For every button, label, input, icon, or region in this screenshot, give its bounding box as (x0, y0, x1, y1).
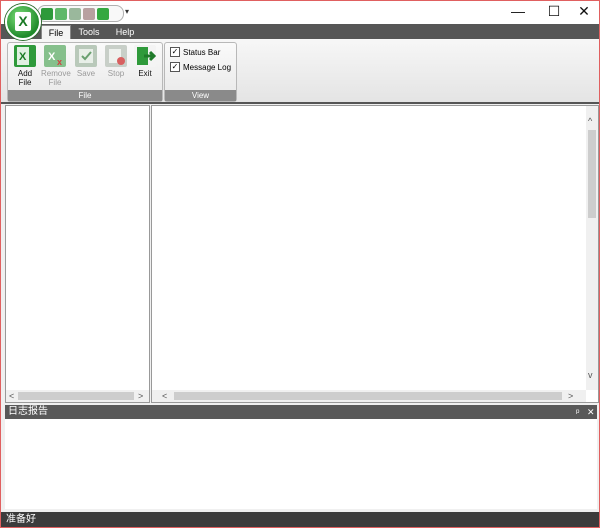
message-log-checkbox[interactable]: ✓ Message Log (170, 62, 231, 72)
scroll-right-icon[interactable]: > (568, 391, 573, 401)
scroll-left-icon[interactable]: < (162, 391, 167, 401)
scroll-up-icon[interactable]: ^ (588, 116, 592, 126)
status-bar: 准备好 (1, 512, 599, 527)
log-close-icon[interactable]: ✕ (587, 405, 595, 419)
add-file-label-2: File (18, 78, 32, 87)
status-bar-checkbox[interactable]: ✓ Status Bar (170, 47, 220, 57)
exit-icon[interactable] (97, 7, 109, 20)
tab-tools[interactable]: Tools (74, 25, 104, 39)
tree-horizontal-scrollbar[interactable]: < > (6, 390, 149, 402)
save-button[interactable]: Save (72, 45, 100, 78)
view-group-label: View (165, 90, 236, 101)
title-bar: ▾ — ☐ ✕ (1, 1, 599, 24)
remove-file-label-2: File (48, 78, 62, 87)
view-group: ✓ Status Bar ✓ Message Log View (164, 42, 237, 102)
remove-file-label-1: Remove (41, 69, 71, 78)
file-group: X Add File Xx Remove File Save Stop Exit (7, 42, 163, 102)
tree-hscroll-thumb[interactable] (18, 392, 134, 400)
tab-help[interactable]: Help (111, 25, 139, 39)
log-panel-title: 日志报告 (8, 406, 48, 417)
excel-icon[interactable] (41, 7, 53, 20)
scroll-down-icon[interactable]: v (588, 370, 593, 380)
log-panel-header: 日志报告 ᵖ ✕ (5, 405, 597, 419)
save-icon[interactable] (69, 7, 81, 20)
preview-hscroll-thumb[interactable] (174, 392, 562, 400)
stop-icon (105, 45, 127, 67)
close-button[interactable]: ✕ (567, 1, 599, 23)
quick-access-toolbar (37, 5, 124, 22)
exit-icon (134, 45, 157, 67)
svg-text:x: x (57, 57, 62, 67)
preview-vscroll-thumb[interactable] (588, 130, 596, 218)
file-group-label: File (8, 90, 162, 101)
remove-file-button[interactable]: Xx Remove File (41, 45, 71, 87)
add-file-icon: X (14, 45, 36, 67)
excel-logo-icon: X (15, 12, 31, 31)
svg-text:X: X (19, 51, 27, 63)
preview-pane[interactable]: ^ v < > (151, 105, 599, 403)
message-log-check-icon: ✓ (170, 62, 180, 72)
exit-label: Exit (138, 69, 152, 78)
maximize-button[interactable]: ☐ (537, 1, 571, 23)
log-panel-body[interactable] (5, 419, 597, 509)
pin-icon[interactable]: ᵖ (576, 405, 579, 419)
add-file-label-1: Add (17, 69, 33, 78)
exit-button[interactable]: Exit (131, 45, 159, 78)
preview-vertical-scrollbar[interactable]: ^ v (586, 106, 598, 390)
scroll-left-icon[interactable]: < (9, 391, 14, 401)
app-menu-orb[interactable]: X (5, 4, 41, 40)
preview-horizontal-scrollbar[interactable]: < > (152, 390, 586, 402)
svg-text:X: X (48, 51, 56, 63)
ribbon: X Add File Xx Remove File Save Stop Exit (1, 39, 599, 104)
save-icon (75, 45, 97, 67)
save-label: Save (76, 69, 96, 78)
message-log-label: Message Log (183, 62, 232, 72)
status-bar-check-icon: ✓ (170, 47, 180, 57)
minimize-button[interactable]: — (501, 1, 535, 23)
remove-file-icon: Xx (44, 45, 66, 67)
file-tree-pane[interactable]: < > (5, 105, 150, 403)
qat-dropdown-icon[interactable]: ▾ (125, 7, 129, 16)
status-text: 准备好 (6, 514, 36, 525)
stop-label: Stop (107, 69, 125, 78)
stop-button[interactable]: Stop (102, 45, 130, 78)
app-window: ▾ — ☐ ✕ X File Tools Help X Add File Xx … (0, 0, 600, 528)
stop-icon[interactable] (83, 7, 95, 20)
add-file-button[interactable]: X Add File (11, 45, 39, 87)
scroll-right-icon[interactable]: > (138, 391, 143, 401)
status-bar-label: Status Bar (183, 47, 221, 57)
excel-remove-icon[interactable] (55, 7, 67, 20)
